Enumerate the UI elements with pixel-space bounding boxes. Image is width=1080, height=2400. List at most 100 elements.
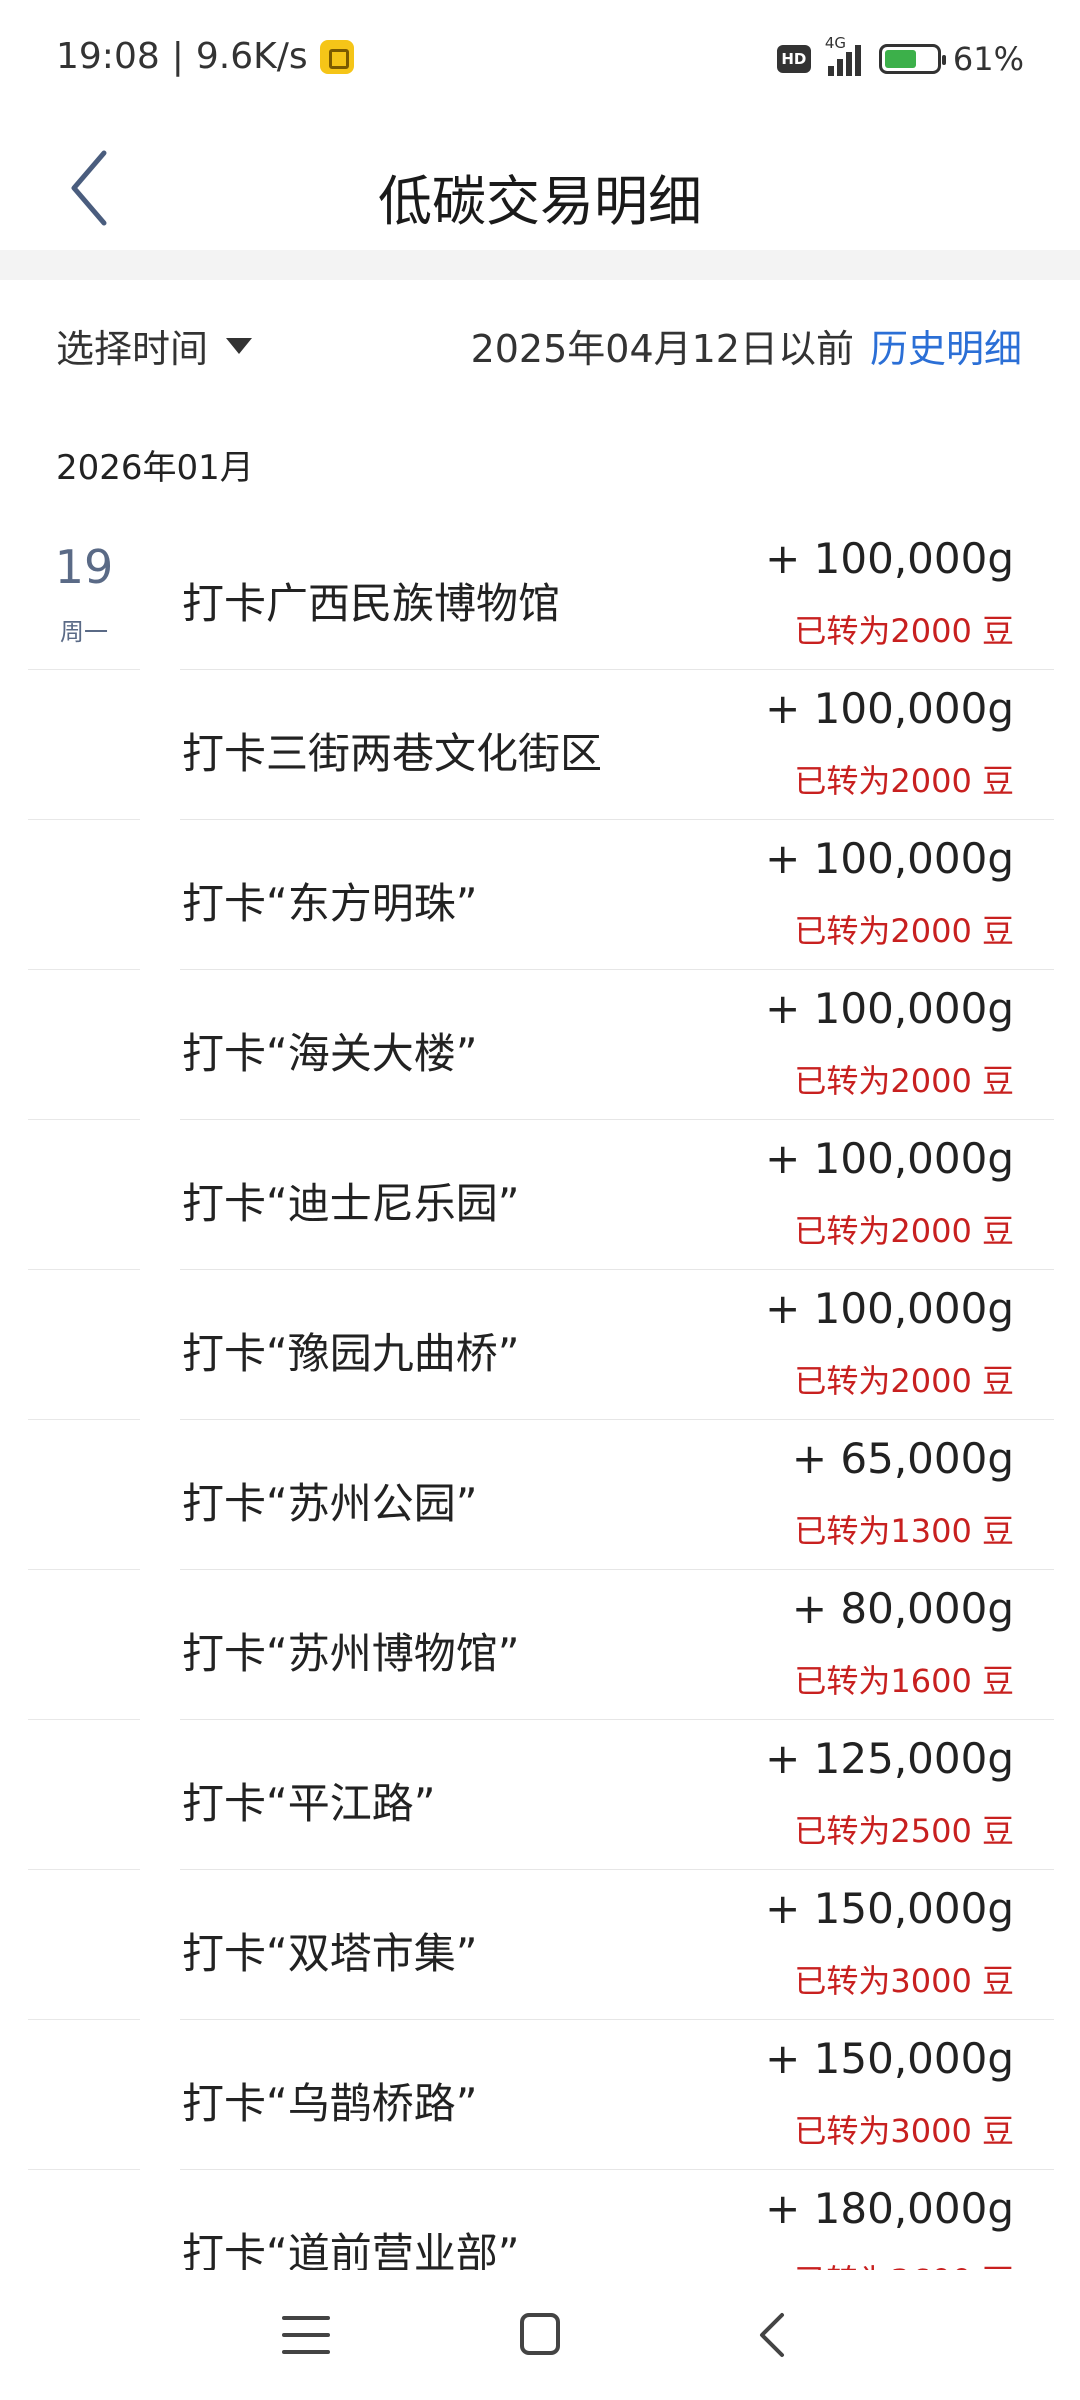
network-speed: 9.6K/s xyxy=(195,36,308,77)
transaction-row[interactable]: 打卡“东方明珠” + 100,000g 已转为2000 豆 xyxy=(0,820,1080,970)
transaction-title: 打卡“平江路” xyxy=(182,1779,436,1828)
transaction-body: 打卡“东方明珠” + 100,000g 已转为2000 豆 xyxy=(180,820,1054,970)
bean-conversion-text: 已转为2000 豆 xyxy=(794,1362,1014,1400)
transaction-title: 打卡“苏州博物馆” xyxy=(182,1629,520,1678)
day-number: 19 xyxy=(54,540,114,594)
day-cell xyxy=(28,1720,140,1870)
transaction-body: 打卡“迪士尼乐园” + 100,000g 已转为2000 豆 xyxy=(180,1120,1054,1270)
transaction-list: 19 周一 打卡广西民族博物馆 + 100,000g 已转为2000 豆打卡三街两巷文化… xyxy=(0,520,1080,2320)
transaction-amount: + 150,000g xyxy=(765,1884,1014,1933)
battery-fill xyxy=(884,50,916,68)
transaction-row[interactable]: 打卡“乌鹊桥路” + 150,000g 已转为3000 豆 xyxy=(0,2020,1080,2170)
battery-percent: 61% xyxy=(952,40,1024,78)
status-separator: | xyxy=(171,36,184,77)
transaction-row[interactable]: 打卡“双塔市集” + 150,000g 已转为3000 豆 xyxy=(0,1870,1080,2020)
transaction-title: 打卡“豫园九曲桥” xyxy=(182,1329,520,1378)
signal-bar xyxy=(827,66,834,76)
square-home-icon xyxy=(520,2313,560,2355)
transaction-title: 打卡“乌鹊桥路” xyxy=(182,2079,478,2128)
transaction-amount: + 100,000g xyxy=(765,1134,1014,1183)
transaction-amount: + 100,000g xyxy=(765,1284,1014,1333)
transaction-title: 打卡“东方明珠” xyxy=(182,879,478,928)
transaction-title: 打卡“双塔市集” xyxy=(182,1929,478,1978)
transaction-amount: + 65,000g xyxy=(791,1434,1014,1483)
system-navigation-bar xyxy=(0,2270,1080,2400)
day-cell xyxy=(28,1870,140,2020)
app-notification-icon xyxy=(319,39,354,74)
day-cell xyxy=(28,2020,140,2170)
time-select-dropdown[interactable]: 选择时间 xyxy=(56,318,253,373)
transaction-title: 打卡“海关大楼” xyxy=(182,1029,478,1078)
day-cell xyxy=(28,1420,140,1570)
bean-conversion-text: 已转为2000 豆 xyxy=(794,762,1014,800)
recent-apps-button[interactable] xyxy=(276,2310,336,2360)
transaction-body: 打卡三街两巷文化街区 + 100,000g 已转为2000 豆 xyxy=(180,670,1054,820)
day-cell xyxy=(28,1570,140,1720)
transaction-row[interactable]: 19 周一 打卡广西民族博物馆 + 100,000g 已转为2000 豆 xyxy=(0,520,1080,670)
bean-conversion-text: 已转为1600 豆 xyxy=(794,1662,1014,1700)
transaction-body: 打卡广西民族博物馆 + 100,000g 已转为2000 豆 xyxy=(180,520,1054,670)
header-divider xyxy=(0,250,1080,280)
bean-conversion-text: 已转为2000 豆 xyxy=(794,1062,1014,1100)
transaction-body: 打卡“苏州博物馆” + 80,000g 已转为1600 豆 xyxy=(180,1570,1054,1720)
caret-down-icon xyxy=(226,337,253,354)
month-header: 2026年01月 xyxy=(56,448,254,488)
transaction-amount: + 100,000g xyxy=(765,684,1014,733)
day-cell: 19 周一 xyxy=(28,520,140,670)
system-back-button[interactable] xyxy=(744,2310,804,2360)
transaction-row[interactable]: 打卡三街两巷文化街区 + 100,000g 已转为2000 豆 xyxy=(0,670,1080,820)
signal-icon: 4G xyxy=(825,34,861,76)
day-cell xyxy=(28,820,140,970)
signal-bar xyxy=(836,59,843,76)
transaction-title: 打卡“迪士尼乐园” xyxy=(182,1179,520,1228)
signal-bar xyxy=(854,45,861,76)
day-cell xyxy=(28,1270,140,1420)
bean-conversion-text: 已转为1300 豆 xyxy=(794,1512,1014,1550)
filter-right: 2025年04月12日以前 历史明细 xyxy=(471,318,1022,373)
transaction-row[interactable]: 打卡“豫园九曲桥” + 100,000g 已转为2000 豆 xyxy=(0,1270,1080,1420)
time-select-label: 选择时间 xyxy=(56,327,209,371)
hd-icon: HD xyxy=(776,45,811,73)
transaction-title: 打卡广西民族博物馆 xyxy=(182,579,561,628)
weekday-label: 周一 xyxy=(60,618,108,646)
signal-bar xyxy=(845,52,852,76)
transaction-title: 打卡“苏州公园” xyxy=(182,1479,478,1528)
transaction-amount: + 100,000g xyxy=(765,534,1014,583)
chevron-left-icon xyxy=(760,2313,784,2357)
transaction-row[interactable]: 打卡“苏州博物馆” + 80,000g 已转为1600 豆 xyxy=(0,1570,1080,1720)
bean-conversion-text: 已转为2000 豆 xyxy=(794,612,1014,650)
transaction-row[interactable]: 打卡“平江路” + 125,000g 已转为2500 豆 xyxy=(0,1720,1080,1870)
page-title: 低碳交易明细 xyxy=(378,170,702,233)
bean-conversion-text: 已转为2500 豆 xyxy=(794,1812,1014,1850)
bean-conversion-text: 已转为3000 豆 xyxy=(794,2112,1014,2150)
transaction-title: 打卡三街两巷文化街区 xyxy=(182,729,603,778)
transaction-row[interactable]: 打卡“海关大楼” + 100,000g 已转为2000 豆 xyxy=(0,970,1080,1120)
transaction-body: 打卡“平江路” + 125,000g 已转为2500 豆 xyxy=(180,1720,1054,1870)
transaction-body: 打卡“海关大楼” + 100,000g 已转为2000 豆 xyxy=(180,970,1054,1120)
network-type: 4G xyxy=(824,34,847,52)
status-left: 19:08 | 9.6K/s xyxy=(56,36,354,77)
transaction-row[interactable]: 打卡“苏州公园” + 65,000g 已转为1300 豆 xyxy=(0,1420,1080,1570)
history-details-link[interactable]: 历史明细 xyxy=(870,318,1022,373)
transaction-row[interactable]: 打卡“迪士尼乐园” + 100,000g 已转为2000 豆 xyxy=(0,1120,1080,1270)
transaction-body: 打卡“豫园九曲桥” + 100,000g 已转为2000 豆 xyxy=(180,1270,1054,1420)
status-time: 19:08 xyxy=(56,36,160,77)
bean-conversion-text: 已转为2000 豆 xyxy=(794,912,1014,950)
menu-icon xyxy=(282,2316,330,2354)
day-cell xyxy=(28,970,140,1120)
bean-conversion-text: 已转为3000 豆 xyxy=(794,1962,1014,2000)
transaction-amount: + 180,000g xyxy=(765,2184,1014,2233)
transaction-amount: + 80,000g xyxy=(791,1584,1014,1633)
before-date-text: 2025年04月12日以前 xyxy=(470,327,854,371)
transaction-amount: + 125,000g xyxy=(765,1734,1014,1783)
transaction-body: 打卡“双塔市集” + 150,000g 已转为3000 豆 xyxy=(180,1870,1054,2020)
transaction-amount: + 100,000g xyxy=(765,984,1014,1033)
transaction-body: 打卡“乌鹊桥路” + 150,000g 已转为3000 豆 xyxy=(180,2020,1054,2170)
transaction-amount: + 150,000g xyxy=(765,2034,1014,2083)
home-button[interactable] xyxy=(510,2310,570,2360)
transaction-body: 打卡“苏州公园” + 65,000g 已转为1300 豆 xyxy=(180,1420,1054,1570)
bean-conversion-text: 已转为2000 豆 xyxy=(794,1212,1014,1250)
status-bar: 19:08 | 9.6K/s HD 4G 61% xyxy=(0,0,1080,125)
day-cell xyxy=(28,1120,140,1270)
header: 低碳交易明细 xyxy=(0,125,1080,250)
